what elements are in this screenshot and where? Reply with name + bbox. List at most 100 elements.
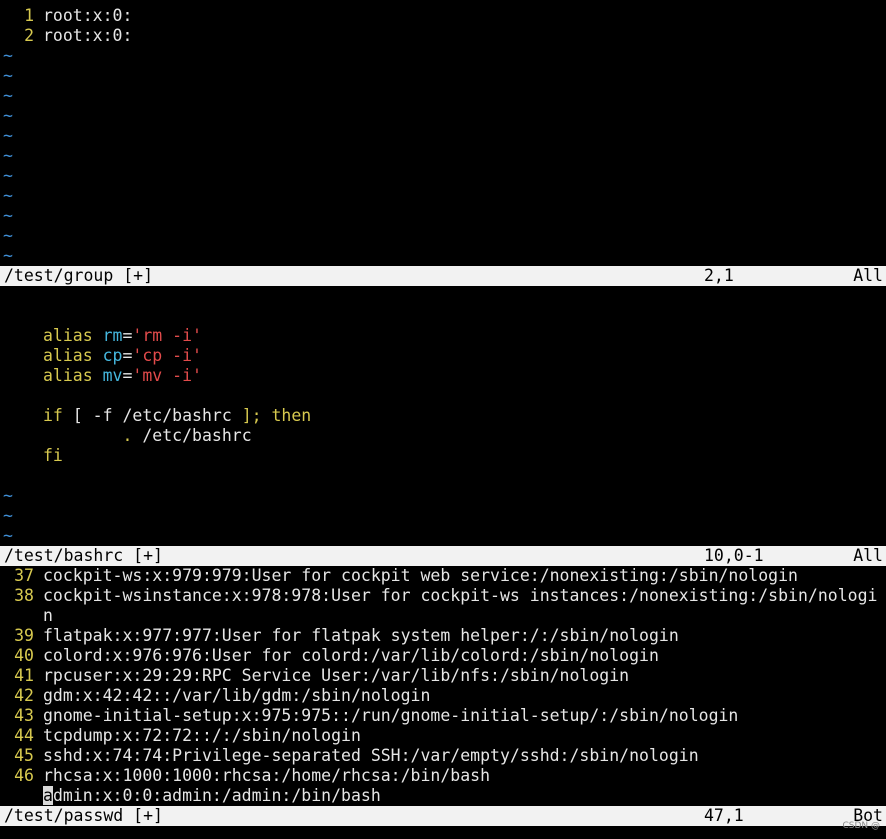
line-number: 37 [14,566,34,585]
tilde-marker: ~ [3,206,13,225]
empty-buffer-line: ~ [0,126,886,146]
alias-name: rm [102,326,123,345]
keyword-fi: fi [43,446,63,465]
editor-line[interactable]: 40 colord:x:976:976:User for colord:/var/… [0,646,886,666]
editor-line[interactable]: 1 [0,286,886,306]
line-number: 45 [14,746,34,765]
status-scroll-percent: All [853,546,883,565]
tilde-marker: ~ [3,486,13,505]
tilde-marker: ~ [3,166,13,185]
status-line-passwd[interactable]: /test/passwd [+] 47,1 Bot [0,806,886,826]
keyword-alias: alias [43,326,93,345]
tilde-marker: ~ [3,186,13,205]
source-path: /etc/bashrc [132,426,252,445]
line-content: root:x:0: [43,6,133,25]
editor-line[interactable]: 37 cockpit-ws:x:979:979:User for cockpit … [0,566,886,586]
editor-window-bashrc[interactable]: 1 2 3 alias rm='rm -i' 4 alias cp='cp -i… [0,286,886,546]
source-dot: . [122,426,133,445]
editor-line[interactable]: 42 gdm:x:42:42::/var/lib/gdm:/sbin/nologi… [0,686,886,706]
editor-line[interactable]: 7 if [ -f /etc/bashrc ]; then [0,406,886,426]
editor-line[interactable]: 10 [0,466,886,486]
condition-close: ]; [241,406,262,425]
editor-line[interactable]: 38 cockpit-wsinstance:x:978:978:User for … [0,586,886,606]
status-line-group[interactable]: /test/group [+] 2,1 All [0,266,886,286]
editor-line[interactable]: 6 [0,386,886,406]
editor-line[interactable]: 44 tcpdump:x:72:72::/:/sbin/nologin [0,726,886,746]
line-number: 2 [24,26,34,45]
empty-buffer-line: ~ [0,166,886,186]
tilde-marker: ~ [3,506,13,525]
line-content: . /etc/bashrc [43,426,252,446]
editor-line[interactable]: 3 alias rm='rm -i' [0,326,886,346]
line-content: gnome-initial-setup:x:975:975::/run/gnom… [43,706,739,725]
line-number: 44 [14,726,34,745]
line-content: alias rm='rm -i' [43,326,202,346]
empty-buffer-line: ~ [0,146,886,166]
empty-buffer-line: ~ [0,66,886,86]
alias-name: mv [102,366,123,385]
assign-operator: = [122,346,133,365]
vim-terminal[interactable]: 1 root:x:0: 2 root:x:0: ~ ~ ~ ~ ~ ~ ~ ~ ~ ~ ~ /test/gr… [0,0,886,839]
editor-line[interactable]: 9 fi [0,446,886,466]
status-line-bashrc[interactable]: /test/bashrc [+] 10,0-1 All [0,546,886,566]
editor-line[interactable]: 2 root:x:0: [0,26,886,46]
empty-buffer-line: ~ [0,106,886,126]
empty-buffer-line: ~ [0,186,886,206]
editor-line[interactable]: 46 rhcsa:x:1000:1000:rhcsa:/home/rhcsa:/b… [0,766,886,786]
editor-line[interactable]: 4 alias cp='cp -i' [0,346,886,366]
line-content: cockpit-wsinstance:x:978:978:User for co… [43,586,878,605]
editor-window-group[interactable]: 1 root:x:0: 2 root:x:0: ~ ~ ~ ~ ~ ~ ~ ~ ~ ~ ~ [0,6,886,266]
line-content: tcpdump:x:72:72::/:/sbin/nologin [43,726,361,745]
editor-line[interactable]: n [0,606,886,626]
alias-value: 'cp -i' [132,346,202,365]
keyword-alias: alias [43,366,93,385]
tilde-marker: ~ [3,526,13,545]
line-content: flatpak:x:977:977:User for flatpak syste… [43,626,679,645]
line-number: 1 [24,6,34,25]
text-cursor[interactable]: a [43,786,53,805]
keyword-alias: alias [43,346,93,365]
line-content: n [43,606,53,625]
line-text: dmin:x:0:0:admin:/admin:/bin/bash [52,786,381,805]
editor-line[interactable]: 41 rpcuser:x:29:29:RPC Service User:/var/… [0,666,886,686]
line-content: sshd:x:74:74:Privilege-separated SSH:/va… [43,746,699,765]
empty-buffer-line: ~ [0,86,886,106]
editor-line-cursor[interactable]: 47 admin:x:0:0:admin:/admin:/bin/bash [0,786,886,806]
tilde-marker: ~ [3,86,13,105]
watermark-text: CSDN @ [842,821,880,831]
keyword-then: then [261,406,312,425]
empty-buffer-line: ~ [0,46,886,66]
tilde-marker: ~ [3,226,13,245]
keyword-if: if [43,406,63,425]
status-filename: /test/bashrc [+] [4,546,163,565]
editor-line[interactable]: 1 root:x:0: [0,6,886,26]
empty-buffer-line: ~ [0,246,886,266]
line-content: colord:x:976:976:User for colord:/var/li… [43,646,659,665]
empty-buffer-line: ~ [0,226,886,246]
editor-line[interactable]: 5 alias mv='mv -i' [0,366,886,386]
line-content: root:x:0: [43,26,133,45]
status-cursor-position: 47,1 [704,806,744,825]
line-content: rpcuser:x:29:29:RPC Service User:/var/li… [43,666,630,685]
tilde-marker: ~ [3,66,13,85]
alias-name: cp [102,346,123,365]
tilde-marker: ~ [3,246,13,265]
editor-line[interactable]: 8 . /etc/bashrc [0,426,886,446]
tilde-marker: ~ [3,126,13,145]
line-content: alias mv='mv -i' [43,366,202,386]
if-condition: [ -f /etc/bashrc [62,406,242,425]
editor-line[interactable]: 39 flatpak:x:977:977:User for flatpak sys… [0,626,886,646]
line-content: admin:x:0:0:admin:/admin:/bin/bash [43,786,381,806]
line-number: 42 [14,686,34,705]
line-content: gdm:x:42:42::/var/lib/gdm:/sbin/nologin [43,686,431,705]
status-cursor-position: 10,0-1 [704,546,764,565]
editor-line[interactable]: 43 gnome-initial-setup:x:975:975::/run/gn… [0,706,886,726]
editor-window-passwd[interactable]: 37 cockpit-ws:x:979:979:User for cockpit … [0,566,886,806]
tilde-marker: ~ [3,146,13,165]
editor-line[interactable]: 45 sshd:x:74:74:Privilege-separated SSH:/… [0,746,886,766]
tilde-marker: ~ [3,106,13,125]
line-number: 38 [14,586,34,605]
tilde-marker: ~ [3,46,13,65]
empty-buffer-line: ~ [0,526,886,546]
editor-line[interactable]: 2 [0,306,886,326]
